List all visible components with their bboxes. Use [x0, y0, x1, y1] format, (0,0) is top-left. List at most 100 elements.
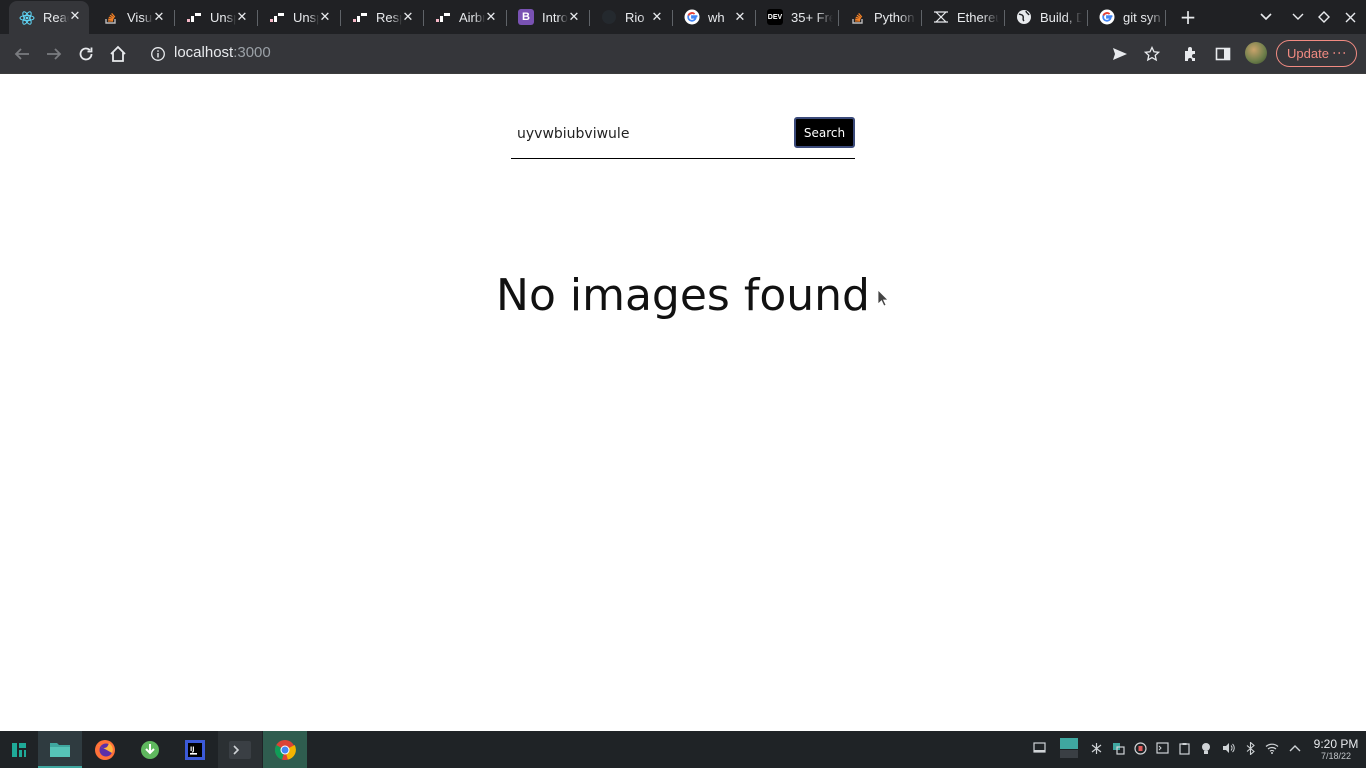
app-indicator-icon[interactable]: [1111, 741, 1125, 755]
react-icon: [19, 10, 35, 26]
site-info-icon[interactable]: [150, 46, 166, 62]
page-content: Search No images found: [0, 74, 1366, 731]
mouse-cursor-icon: [877, 289, 889, 311]
search-input[interactable]: [511, 114, 791, 154]
firefox-icon[interactable]: [83, 731, 127, 768]
new-tab-button[interactable]: +: [1176, 5, 1200, 29]
ethereum-icon: [933, 9, 949, 25]
volume-icon[interactable]: [1221, 741, 1235, 755]
close-icon[interactable]: ✕: [317, 9, 333, 25]
tab-title: 35+ Free: [791, 9, 833, 25]
tab-python[interactable]: Python: [840, 2, 920, 32]
avatar[interactable]: [1245, 42, 1267, 64]
vpn-icon[interactable]: [1133, 741, 1147, 755]
side-panel-icon[interactable]: [1209, 40, 1237, 68]
start-menu-icon[interactable]: [0, 731, 38, 768]
forward-icon[interactable]: [40, 40, 68, 68]
update-label: Update: [1287, 46, 1329, 61]
tab-airbnb[interactable]: Airbnb ✕: [425, 2, 505, 32]
intellij-icon[interactable]: IJ: [173, 731, 217, 768]
close-window-icon[interactable]: [1338, 5, 1362, 29]
tab-unsplash-2[interactable]: Unsplash ✕: [259, 2, 339, 32]
close-icon[interactable]: ✕: [67, 8, 83, 24]
tab-visual-studio[interactable]: Visual Studio Code ✕: [93, 2, 173, 32]
tab-separator: [755, 10, 756, 26]
unsplash-icon: [352, 9, 368, 25]
tab-search-icon[interactable]: [1254, 5, 1278, 29]
search-button[interactable]: Search: [794, 117, 855, 148]
send-icon[interactable]: [1106, 40, 1134, 68]
unsplash-icon: [186, 9, 202, 25]
tab-title: React App: [43, 10, 69, 25]
tab-separator: [423, 10, 424, 26]
clock-date: 7/18/22: [1320, 751, 1352, 761]
more-menu-icon[interactable]: ⋮: [1332, 46, 1348, 57]
address-port: :3000: [233, 44, 271, 61]
tab-introduction[interactable]: B Introduction ✕: [508, 2, 588, 32]
tab-unsplash-1[interactable]: Unsplash ✕: [176, 2, 256, 32]
tab-separator: [672, 10, 673, 26]
files-icon[interactable]: [38, 731, 82, 768]
minimize-window-icon[interactable]: [1286, 5, 1310, 29]
svg-text:IJ: IJ: [190, 746, 194, 753]
tab-strip: React App ✕ Visual Studio Code ✕ Unsplas…: [0, 0, 1366, 34]
clock-time: 9:20 PM: [1313, 737, 1359, 751]
stackoverflow-icon: [103, 9, 119, 25]
back-icon[interactable]: [8, 40, 36, 68]
bluetooth-icon[interactable]: [1243, 741, 1257, 755]
tab-title: Ethereum: [957, 9, 999, 25]
tab-rio[interactable]: Rio ✕: [591, 2, 671, 32]
terminal-icon[interactable]: [218, 731, 262, 768]
terminal-tray-icon[interactable]: [1155, 741, 1169, 755]
stackoverflow-icon: [850, 9, 866, 25]
unsplash-icon: [435, 9, 451, 25]
tab-separator: [174, 10, 175, 26]
globe-icon: [1016, 9, 1032, 25]
home-icon[interactable]: [104, 40, 132, 68]
redshift-bulb-icon[interactable]: [1199, 741, 1213, 755]
tab-separator: [1004, 10, 1005, 26]
wifi-icon[interactable]: [1265, 741, 1279, 755]
tab-google-search[interactable]: wh ✕: [674, 2, 754, 32]
reload-icon[interactable]: [72, 40, 100, 68]
tab-dev[interactable]: DEV 35+ Free: [757, 2, 837, 32]
download-manager-icon[interactable]: [128, 731, 172, 768]
tab-separator: [1087, 10, 1088, 26]
update-button[interactable]: Update ⋮: [1276, 40, 1357, 67]
tab-separator: [506, 10, 507, 26]
tab-ethereum[interactable]: Ethereum: [923, 2, 1003, 32]
close-icon[interactable]: ✕: [151, 9, 167, 25]
close-icon[interactable]: ✕: [234, 9, 250, 25]
extensions-icon[interactable]: [1177, 40, 1205, 68]
browser-toolbar: localhost:3000: [0, 34, 1366, 74]
google-icon: [1099, 9, 1115, 25]
tab-title: Python: [874, 9, 915, 25]
close-icon[interactable]: ✕: [483, 9, 499, 25]
clipboard-icon[interactable]: [1177, 741, 1191, 755]
close-icon[interactable]: ✕: [732, 9, 748, 25]
tab-build[interactable]: Build, D: [1006, 2, 1086, 32]
tab-separator: [838, 10, 839, 26]
no-results-message: No images found: [496, 270, 870, 321]
tab-title: Unsplash: [293, 9, 319, 25]
maximize-window-icon[interactable]: [1312, 5, 1336, 29]
tab-git-sync[interactable]: git syn: [1089, 2, 1169, 32]
workspace-switcher-icon[interactable]: [1060, 738, 1078, 758]
close-icon[interactable]: ✕: [400, 9, 416, 25]
close-icon[interactable]: ✕: [566, 9, 582, 25]
dev-icon: DEV: [767, 9, 783, 25]
screen-icon[interactable]: [1032, 741, 1046, 755]
system-clock[interactable]: 9:20 PM 7/18/22: [1308, 738, 1364, 762]
tab-title: Visual Studio Code: [127, 9, 153, 25]
tab-responsive[interactable]: Responsive ✕: [342, 2, 422, 32]
tab-react-app[interactable]: React App ✕: [9, 1, 89, 34]
tray-expand-icon[interactable]: [1288, 741, 1302, 755]
close-icon[interactable]: ✕: [649, 9, 665, 25]
network-manager-icon[interactable]: [1089, 741, 1103, 755]
bookmark-star-icon[interactable]: [1138, 40, 1166, 68]
unsplash-icon: [269, 9, 285, 25]
address-bar[interactable]: localhost:3000: [174, 44, 271, 61]
chrome-icon[interactable]: [263, 731, 307, 768]
tab-separator: [1165, 10, 1166, 26]
tab-title: Airbnb: [459, 9, 485, 25]
